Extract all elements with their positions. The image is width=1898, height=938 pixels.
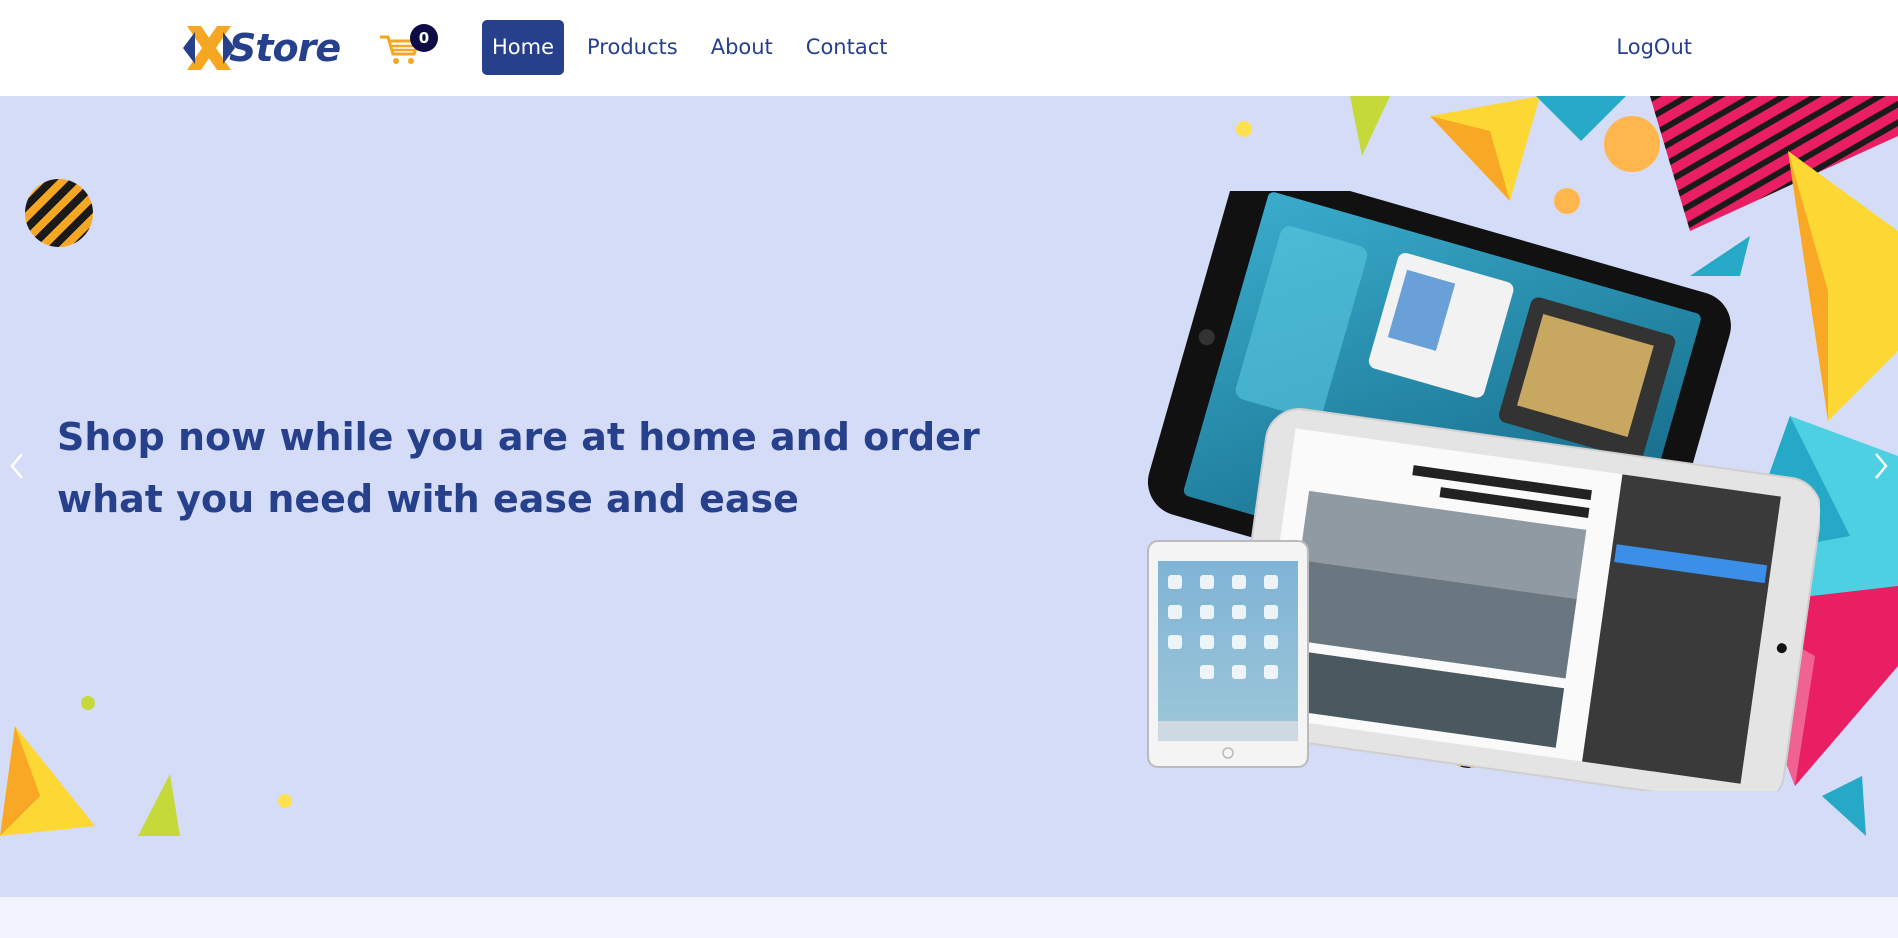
decor-triangle-green xyxy=(138,774,180,836)
decor-striped-ball xyxy=(25,179,93,247)
carousel-next-button[interactable] xyxy=(1866,446,1896,486)
decor-triangle-yellow-top xyxy=(1430,96,1540,201)
main-nav: Home Products About Contact xyxy=(482,20,911,75)
brand-name: Store xyxy=(229,26,341,70)
nav-home[interactable]: Home xyxy=(482,20,565,75)
carousel-prev-button[interactable] xyxy=(2,446,32,486)
decor-triangle-blue-bottom xyxy=(1822,776,1866,836)
decor-triangle-green-top xyxy=(1350,96,1390,156)
decor-dot xyxy=(278,794,292,808)
brand-logo[interactable]: Store xyxy=(183,22,343,74)
nav-about[interactable]: About xyxy=(701,20,783,75)
logout-link[interactable]: LogOut xyxy=(1616,20,1692,75)
nav-products[interactable]: Products xyxy=(577,20,688,75)
decor-dot xyxy=(1236,121,1252,137)
decor-triangle-blue-top xyxy=(1536,96,1626,141)
decor-triangle-yellow xyxy=(0,726,95,836)
chevron-left-icon xyxy=(10,453,23,479)
cart-button[interactable]: 0 xyxy=(380,24,440,66)
chevron-right-icon xyxy=(1875,453,1888,479)
hero-tablets-image xyxy=(1147,191,1820,791)
hero-carousel: Shop now while you are at home and order… xyxy=(0,96,1898,897)
cart-count-badge: 0 xyxy=(410,24,438,52)
navbar: Store 0 Home Products About Contact LogO… xyxy=(0,0,1898,96)
decor-dot xyxy=(81,696,95,710)
nav-contact[interactable]: Contact xyxy=(796,20,898,75)
hero-headline: Shop now while you are at home and order… xyxy=(57,415,980,521)
next-section-strip xyxy=(0,897,1898,938)
x-logo-icon xyxy=(183,26,235,70)
